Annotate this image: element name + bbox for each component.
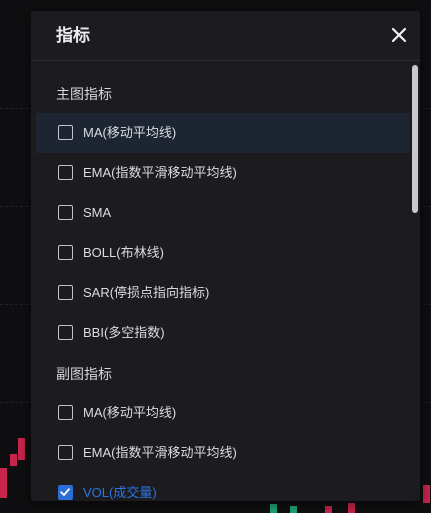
- indicator-item[interactable]: EMA(指数平滑移动平均线): [36, 153, 410, 193]
- dialog-title: 指标: [56, 26, 90, 45]
- checkbox[interactable]: [58, 405, 73, 420]
- indicator-label: EMA(指数平滑移动平均线): [83, 165, 237, 180]
- indicator-label: EMA(指数平滑移动平均线): [83, 445, 237, 460]
- candle: [325, 506, 332, 513]
- indicator-label: VOL(成交量): [83, 485, 157, 500]
- candle: [290, 506, 297, 513]
- section-title-main: 主图指标: [56, 86, 112, 102]
- checkbox[interactable]: [58, 165, 73, 180]
- candle: [270, 504, 277, 513]
- indicator-item[interactable]: SMA: [36, 193, 410, 233]
- candle: [423, 485, 430, 503]
- checkbox[interactable]: [58, 285, 73, 300]
- checkbox[interactable]: [58, 325, 73, 340]
- indicator-label: BOLL(布林线): [83, 245, 164, 260]
- candle: [348, 503, 355, 513]
- indicator-label: MA(移动平均线): [83, 405, 177, 420]
- close-button[interactable]: [388, 24, 410, 46]
- close-icon: [391, 27, 407, 43]
- indicator-label: SMA: [83, 205, 112, 220]
- dialog-header: 指标: [31, 11, 420, 61]
- checkbox[interactable]: [58, 125, 73, 140]
- indicator-item[interactable]: VOL(成交量): [36, 473, 410, 501]
- checkbox[interactable]: [58, 445, 73, 460]
- candle: [18, 438, 25, 460]
- candle: [10, 454, 17, 466]
- checkbox[interactable]: [58, 245, 73, 260]
- indicator-label: MA(移动平均线): [83, 125, 177, 140]
- checkbox[interactable]: [58, 205, 73, 220]
- indicator-label: BBI(多空指数): [83, 325, 165, 340]
- indicator-item[interactable]: MA(移动平均线): [36, 113, 410, 153]
- scrollbar-thumb[interactable]: [412, 65, 418, 213]
- indicators-dialog: 指标 主图指标 MA(移动平均线) EMA(指数平滑移动平均线) SMA BOL…: [31, 11, 420, 501]
- indicator-list[interactable]: 主图指标 MA(移动平均线) EMA(指数平滑移动平均线) SMA BOLL(布…: [31, 62, 420, 501]
- scrollbar[interactable]: [412, 65, 418, 497]
- indicator-item[interactable]: MA(移动平均线): [36, 393, 410, 433]
- indicator-item[interactable]: SAR(停损点指向指标): [36, 273, 410, 313]
- indicator-item[interactable]: BBI(多空指数): [36, 313, 410, 353]
- indicator-label: SAR(停损点指向指标): [83, 285, 210, 300]
- indicator-item[interactable]: EMA(指数平滑移动平均线): [36, 433, 410, 473]
- indicator-item[interactable]: BOLL(布林线): [36, 233, 410, 273]
- checkmark-icon: [60, 488, 70, 496]
- section-title-sub: 副图指标: [56, 366, 112, 382]
- candle: [0, 468, 7, 498]
- checkbox-checked[interactable]: [58, 485, 73, 500]
